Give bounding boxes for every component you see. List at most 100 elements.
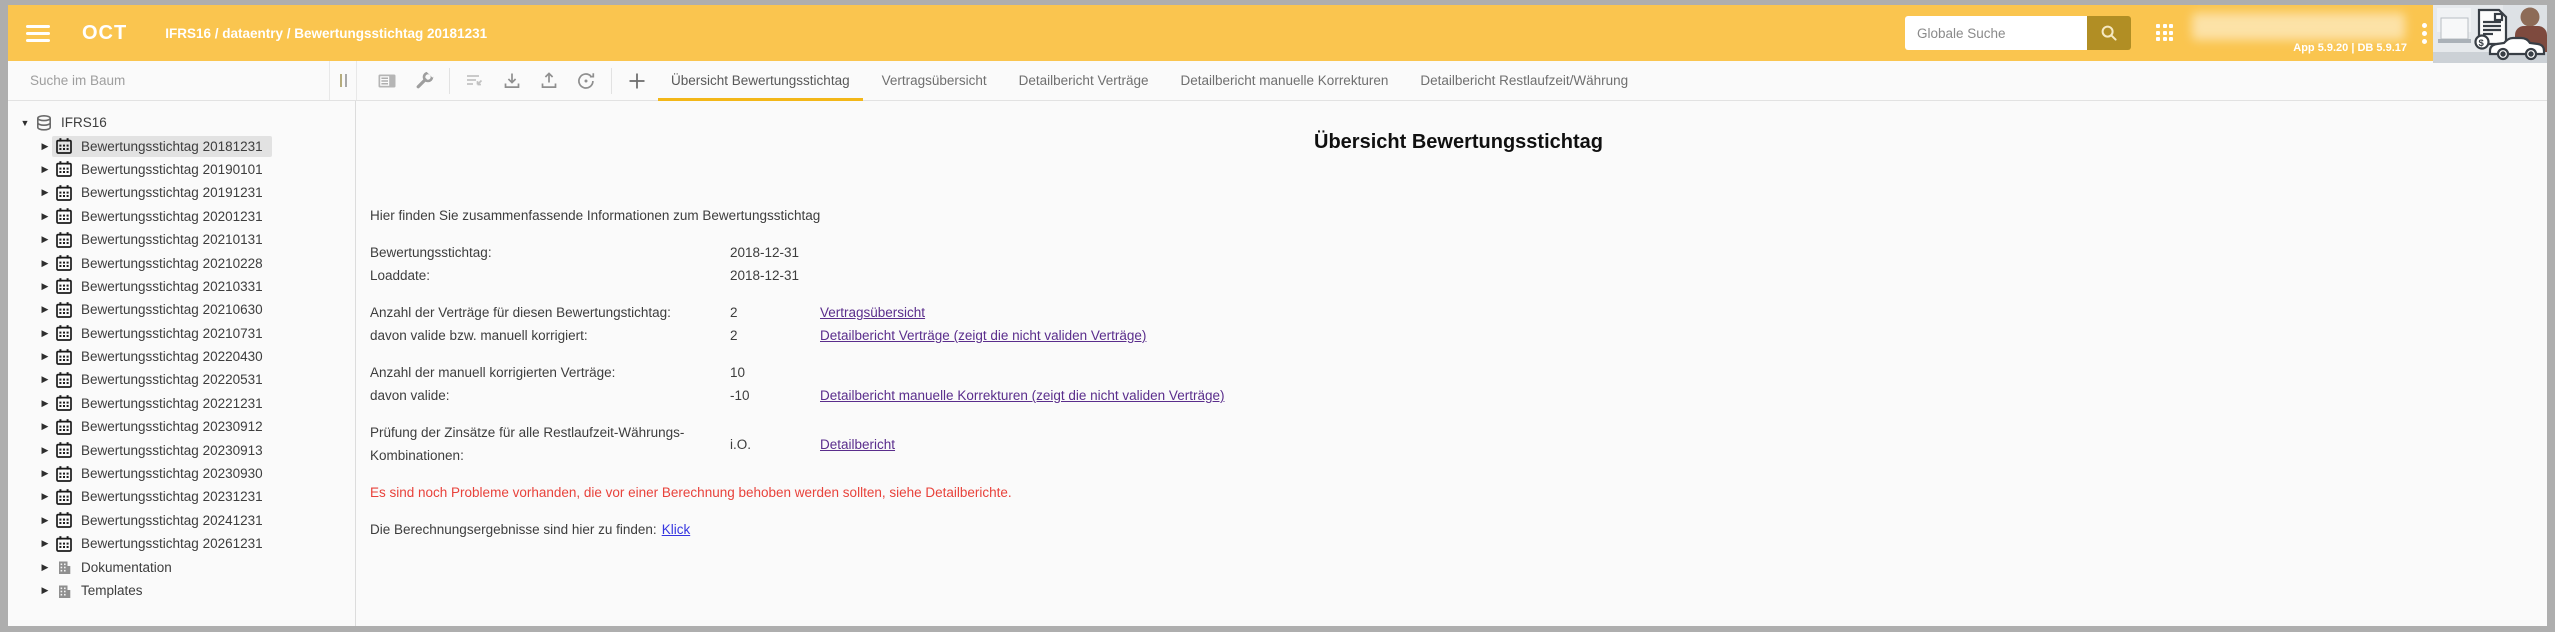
calendar-icon [55,207,73,225]
summary-row: davon valide: -10 Detailbericht manuelle… [370,384,2547,407]
wrench-icon[interactable] [412,69,436,93]
tree-collapsed-icon[interactable]: ▶ [38,258,52,269]
folder-building-icon [55,582,73,600]
tree-collapsed-icon[interactable]: ▶ [38,187,52,198]
kv-row: Loaddate: 2018-12-31 [370,264,2547,287]
link-vertragsuebersicht[interactable]: Vertragsübersicht [820,301,2547,324]
tab-vertragsuebersicht[interactable]: Vertragsübersicht [866,61,1003,100]
link-detailbericht[interactable]: Detailbericht [820,433,2547,456]
calendar-icon [55,137,73,155]
restore-icon[interactable] [574,69,598,93]
main-content: Übersicht Bewertungsstichtag Hier finden… [356,101,2547,626]
tree-collapsed-icon[interactable]: ▶ [38,445,52,456]
tree-search-input[interactable] [8,72,329,89]
tree-expanded-icon[interactable]: ▼ [18,118,32,128]
loaddate-value: 2018-12-31 [730,264,820,287]
hierarchy-icon[interactable] [463,69,487,93]
overflow-icon[interactable] [2422,20,2428,47]
toolbar-row: Übersicht Bewertungsstichtag Vertragsübe… [8,61,2547,101]
global-search-input[interactable] [1905,16,2087,50]
tree-collapsed-icon[interactable]: ▶ [38,585,52,596]
calendar-icon [55,535,73,553]
tree-collapsed-icon[interactable]: ▶ [38,164,52,175]
tree-root-ifrs16[interactable]: ▼ IFRS16 [8,111,355,134]
breadcrumb: IFRS16 / dataentry / Bewertungsstichtag … [165,26,487,41]
tree-item-date[interactable]: ▶ Bewertungsstichtag 20210331 [8,275,355,298]
application-window: OCT IFRS16 / dataentry / Bewertungsstich… [8,5,2547,626]
menu-icon[interactable] [26,21,50,46]
tree-item-date[interactable]: ▶ Bewertungsstichtag 20210131 [8,228,355,251]
row-value: 10 [730,361,820,384]
tab-uebersicht-bewertungsstichtag[interactable]: Übersicht Bewertungsstichtag [655,61,866,100]
tree-item-date[interactable]: ▶ Bewertungsstichtag 20231231 [8,485,355,508]
calendar-icon [55,488,73,506]
tree-item-date[interactable]: ▶ Bewertungsstichtag 20210731 [8,322,355,345]
user-account-area[interactable] [2192,13,2405,40]
search-icon [2099,23,2119,43]
tree-item-date[interactable]: ▶ Bewertungsstichtag 20190101 [8,158,355,181]
tree-collapsed-icon[interactable]: ▶ [38,234,52,245]
tree-item-date[interactable]: ▶ Bewertungsstichtag 20181231 [8,134,355,157]
tree-item-date[interactable]: ▶ Bewertungsstichtag 20230912 [8,415,355,438]
calendar-icon [55,254,73,272]
link-detailbericht-manuelle-korrekturen[interactable]: Detailbericht manuelle Korrekturen (zeig… [820,384,2547,407]
panel-resize-handle[interactable] [330,61,357,100]
tree-collapsed-icon[interactable]: ▶ [38,421,52,432]
row-value: 2 [730,324,820,347]
tree-collapsed-icon[interactable]: ▶ [38,351,52,362]
tree-item-date[interactable]: ▶ Bewertungsstichtag 20220531 [8,368,355,391]
upload-icon[interactable] [537,69,561,93]
tree-collapsed-icon[interactable]: ▶ [38,211,52,222]
summary-row: Prüfung der Zinsätze für alle Restlaufze… [370,421,2547,467]
link-detailbericht-vertraege[interactable]: Detailbericht Verträge (zeigt die nicht … [820,324,2547,347]
tree-collapsed-icon[interactable]: ▶ [38,304,52,315]
tree-item-date[interactable]: ▶ Bewertungsstichtag 20261231 [8,532,355,555]
app-name: OCT [82,22,127,45]
search-button[interactable] [2087,16,2131,50]
apps-icon[interactable] [2156,24,2173,41]
tree-item-date[interactable]: ▶ Bewertungsstichtag 20230930 [8,462,355,485]
report-panel-icon[interactable] [375,69,399,93]
add-tab-icon[interactable] [625,69,649,93]
folder-building-icon [55,558,73,576]
tree-item-date[interactable]: ▶ Bewertungsstichtag 20210228 [8,251,355,274]
svg-text:$: $ [2479,38,2485,49]
tree-item-date[interactable]: ▶ Bewertungsstichtag 20220430 [8,345,355,368]
tree-item-dokumentation[interactable]: ▶ Dokumentation [8,555,355,578]
tree-item-date[interactable]: ▶ Bewertungsstichtag 20230913 [8,438,355,461]
tree-collapsed-icon[interactable]: ▶ [38,141,52,152]
download-icon[interactable] [500,69,524,93]
link-klick[interactable]: Klick [662,522,691,537]
tree-item-date[interactable]: ▶ Bewertungsstichtag 20210630 [8,298,355,321]
row-value: 2 [730,301,820,324]
tree-item-date[interactable]: ▶ Bewertungsstichtag 20191231 [8,181,355,204]
tree-item-templates[interactable]: ▶ Templates [8,579,355,602]
tab-detailbericht-manuelle-korrekturen[interactable]: Detailbericht manuelle Korrekturen [1164,61,1404,100]
tree-collapsed-icon[interactable]: ▶ [38,515,52,526]
row-value: i.O. [730,433,820,456]
calendar-icon [55,371,73,389]
tree-item-date[interactable]: ▶ Bewertungsstichtag 20221231 [8,392,355,415]
navigation-tree: ▼ IFRS16 ▶ Bewertungsstichtag 20181231 ▶… [8,101,356,626]
tree-item-date[interactable]: ▶ Bewertungsstichtag 20241231 [8,509,355,532]
tab-detailbericht-restlaufzeit-waehrung[interactable]: Detailbericht Restlaufzeit/Währung [1404,61,1644,100]
calendar-icon [55,441,73,459]
row-value: -10 [730,384,820,407]
result-line: Die Berechnungsergebnisse sind hier zu f… [370,518,2547,541]
top-bar: OCT IFRS16 / dataentry / Bewertungsstich… [8,5,2547,61]
tree-collapsed-icon[interactable]: ▶ [38,374,52,385]
calendar-icon [55,348,73,366]
calendar-icon [55,465,73,483]
tab-detailbericht-vertraege[interactable]: Detailbericht Verträge [1003,61,1165,100]
tree-collapsed-icon[interactable]: ▶ [38,562,52,573]
tree-collapsed-icon[interactable]: ▶ [38,328,52,339]
tree-item-date[interactable]: ▶ Bewertungsstichtag 20201231 [8,205,355,228]
calendar-icon [55,511,73,529]
tree-collapsed-icon[interactable]: ▶ [38,398,52,409]
calendar-icon [55,184,73,202]
tree-collapsed-icon[interactable]: ▶ [38,281,52,292]
calendar-icon [55,277,73,295]
tree-collapsed-icon[interactable]: ▶ [38,538,52,549]
tree-collapsed-icon[interactable]: ▶ [38,491,52,502]
tree-collapsed-icon[interactable]: ▶ [38,468,52,479]
